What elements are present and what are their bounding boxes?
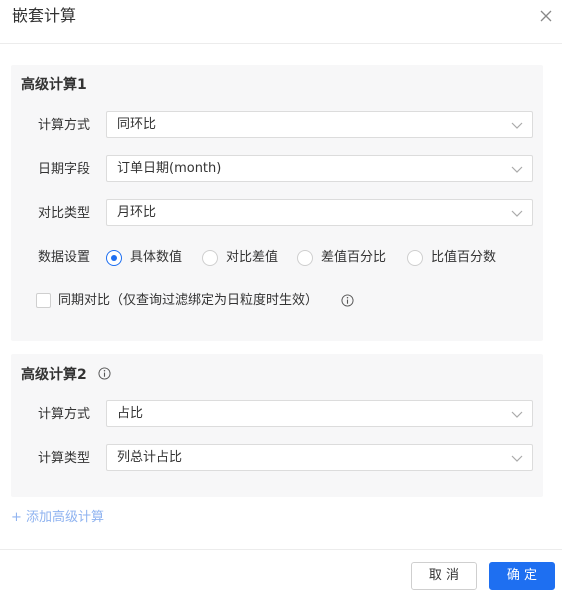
calc-method-label: 计算方式 [38, 118, 91, 133]
checkbox-label: 同期对比（仅查询过滤绑定为日粒度时生效） [58, 293, 319, 308]
calc-method-select[interactable]: 占比 [106, 400, 533, 427]
compare-type-label: 对比类型 [38, 206, 91, 221]
radio-circle [202, 250, 218, 266]
radio-circle [297, 250, 313, 266]
confirm-button[interactable]: 确 定 [489, 562, 555, 590]
radio-circle [106, 250, 122, 266]
close-icon[interactable] [538, 8, 554, 24]
calc-method-select[interactable]: 同环比 [106, 111, 533, 138]
chevron-down-icon [511, 166, 523, 173]
radio-label: 具体数值 [130, 250, 183, 265]
select-value: 占比 [117, 406, 144, 421]
compare-type-select[interactable]: 月环比 [106, 199, 533, 226]
radio-label: 比值百分数 [431, 250, 497, 265]
add-advanced-calc-link[interactable]: + 添加高级计算 [11, 510, 104, 526]
checkbox-box[interactable] [36, 293, 51, 308]
calc-type-select[interactable]: 列总计占比 [106, 444, 533, 471]
info-icon[interactable] [341, 294, 354, 307]
select-value: 订单日期(month) [117, 161, 222, 176]
radio-label: 对比差值 [226, 250, 279, 265]
advanced-calc-1-section: 高级计算1 计算方式 同环比 日期字段 订单日期(month) 对比类型 月环比… [11, 65, 543, 341]
cancel-button[interactable]: 取 消 [411, 562, 477, 590]
chevron-down-icon [511, 455, 523, 462]
advanced-calc-2-section: 高级计算2 计算方式 占比 计算类型 列总计占比 [11, 354, 543, 497]
dialog-footer: 取 消 确 定 [0, 549, 562, 592]
calc-method-label: 计算方式 [38, 407, 91, 422]
date-field-label: 日期字段 [38, 162, 91, 177]
chevron-down-icon [511, 210, 523, 217]
radio-label: 差值百分比 [321, 250, 387, 265]
date-field-select[interactable]: 订单日期(month) [106, 155, 533, 182]
data-setting-label: 数据设置 [38, 250, 91, 265]
info-icon[interactable] [98, 367, 111, 380]
chevron-down-icon [511, 411, 523, 418]
section-title: 高级计算2 [21, 366, 111, 384]
dialog-header: 嵌套计算 [0, 0, 562, 44]
section-title-text: 高级计算2 [21, 367, 87, 383]
select-value: 列总计占比 [117, 450, 183, 465]
chevron-down-icon [511, 122, 523, 129]
section-title: 高级计算1 [21, 77, 87, 93]
dialog-title: 嵌套计算 [12, 6, 77, 25]
calc-type-label: 计算类型 [38, 451, 91, 466]
select-value: 月环比 [117, 205, 157, 220]
select-value: 同环比 [117, 117, 157, 132]
radio-circle [407, 250, 423, 266]
